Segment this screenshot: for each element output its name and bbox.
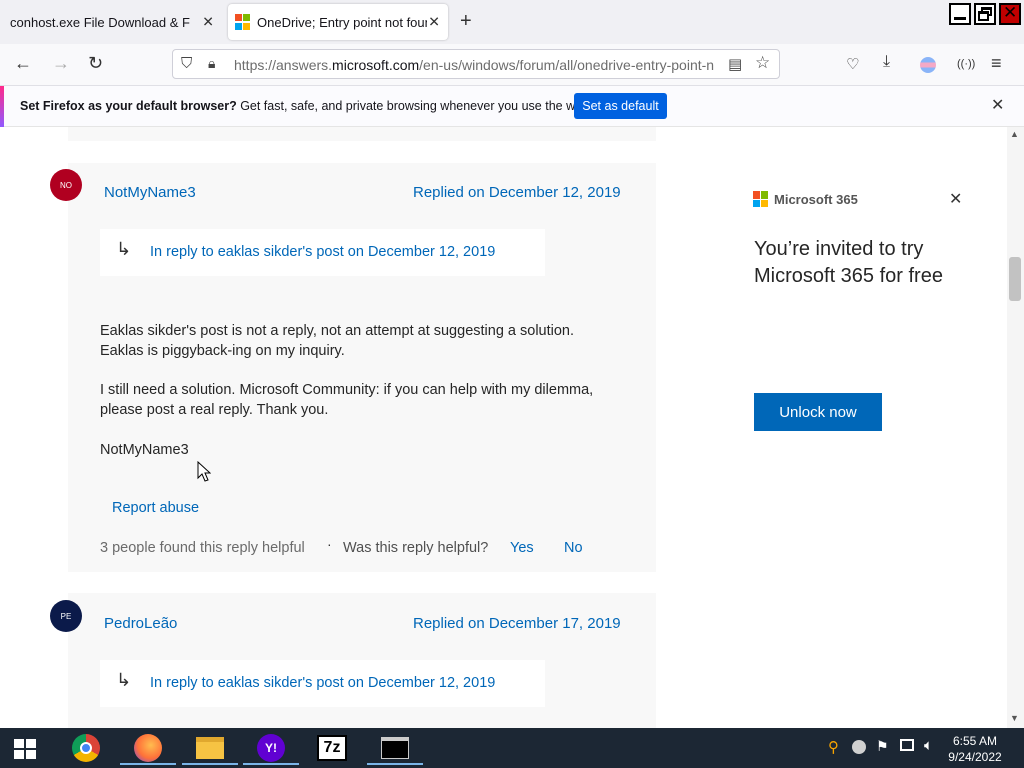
extension-icon[interactable]: ((·)) [957,58,975,70]
notification-accent-bar [0,86,4,127]
clock-date: 9/24/2022 [948,750,1002,764]
unlock-now-button[interactable]: Unlock now [754,393,882,431]
close-tab-icon[interactable]: ✕ [428,14,440,31]
notification-tray-icon[interactable] [852,740,866,754]
tab-conhost[interactable]: conhost.exe File Download & Fix For ✕ [0,0,222,44]
body-line: Eaklas sikder's post is not a reply, not… [100,323,575,339]
microsoft-logo-icon [235,14,251,30]
helpful-yes-button[interactable]: Yes [510,540,534,556]
pocket-icon[interactable]: ♡ [846,55,859,73]
system-clock[interactable]: 6:55 AM 9/24/2022 [944,733,1006,765]
close-notification-icon[interactable]: ✕ [991,95,1004,115]
helpful-no-button[interactable]: No [564,540,583,556]
shield-icon[interactable]: ⛉ [181,55,192,72]
tab-bar: conhost.exe File Download & Fix For ✕ On… [0,0,1024,44]
close-window-icon[interactable]: ✕ [999,3,1021,25]
account-icon[interactable] [920,57,936,73]
network-icon[interactable] [900,739,914,751]
url-prefix: https://answers. [234,57,333,73]
author-name[interactable]: NotMyName3 [104,184,196,201]
file-explorer-taskbar-icon[interactable] [182,731,238,765]
set-as-default-button[interactable]: Set as default [574,93,667,119]
reply-arrow-icon: ↳ [116,239,132,259]
body-line: please post a real reply. Thank you. [100,402,329,418]
url-bar[interactable]: ⛉ 🔒︎ https://answers.microsoft.com/en-us… [172,49,780,79]
search-icon[interactable]: ⚲ [828,738,839,756]
close-tab-icon[interactable]: ✕ [202,14,214,31]
chrome-taskbar-icon[interactable] [58,731,114,765]
flag-icon[interactable]: ⚑ [876,738,889,755]
lock-icon[interactable]: 🔒︎ [208,55,215,72]
cmd-taskbar-icon[interactable] [367,731,423,765]
in-reply-to-box: ↳ In reply to eaklas sikder's post on De… [100,660,545,707]
default-browser-notification: Set Firefox as your default browser? Get… [0,86,1024,127]
menu-icon[interactable]: ≡ [991,53,1002,74]
tab-onedrive[interactable]: OneDrive; Entry point not found ✕ [228,4,448,40]
reply-date[interactable]: Replied on December 12, 2019 [413,184,621,201]
avatar: PE [50,600,82,632]
microsoft-logo-icon [753,191,769,207]
helpful-count: 3 people found this reply helpful [100,540,305,556]
scrollbar-thumb[interactable] [1009,257,1021,301]
7zip-label: 7z [317,735,347,761]
notification-bold-text: Set Firefox as your default browser? [20,99,237,113]
tab-title: conhost.exe File Download & Fix For [10,14,190,30]
scroll-up-icon[interactable]: ▲ [1010,129,1019,139]
reply-date[interactable]: Replied on December 17, 2019 [413,615,621,632]
scrollbar[interactable]: ▲ ▼ [1007,127,1024,728]
ad-brand: Microsoft 365 [774,192,858,207]
url-text[interactable]: https://answers.microsoft.com/en-us/wind… [234,57,714,73]
author-name[interactable]: PedroLeão [104,615,177,632]
downloads-icon[interactable]: ⤓ [883,53,890,71]
post-body: Eaklas sikder's post is not a reply, not… [100,321,593,460]
ad-headline: You’re invited to try Microsoft 365 for … [754,236,943,290]
back-icon[interactable]: ← [14,53,32,74]
close-ad-icon[interactable]: ✕ [949,189,962,209]
ad-headline-line: Microsoft 365 for free [754,265,943,287]
clock-time: 6:55 AM [952,734,998,748]
body-line: I still need a solution. Microsoft Commu… [100,382,594,398]
forward-icon[interactable]: → [52,53,70,74]
bookmark-star-icon[interactable]: ☆ [755,53,770,73]
7zip-taskbar-icon[interactable]: 7z [304,731,360,765]
new-tab-icon[interactable]: + [460,10,472,33]
page-content: NO NotMyName3 Replied on December 12, 20… [0,127,1007,728]
notification-text: Get fast, safe, and private browsing whe… [236,99,593,113]
volume-icon[interactable]: 🔈︎ [924,737,933,754]
body-line: Eaklas is piggyback-ing on my inquiry. [100,343,345,359]
url-path: /en-us/windows/forum/all/onedrive-entry-… [419,57,714,73]
helpful-question: Was this reply helpful? [343,540,489,556]
in-reply-to-box: ↳ In reply to eaklas sikder's post on De… [100,229,545,276]
mouse-cursor-icon [197,461,211,482]
yahoo-taskbar-icon[interactable]: Y! [243,731,299,765]
firefox-taskbar-icon[interactable] [120,731,176,765]
windows-start-icon[interactable] [14,739,36,759]
separator-dot: · [327,536,332,552]
minimize-icon[interactable] [949,3,971,25]
in-reply-to-link[interactable]: In reply to eaklas sikder's post on Dece… [150,244,495,260]
previous-post-card [68,127,656,141]
notification-message: Set Firefox as your default browser? Get… [20,99,592,113]
ad-headline-line: You’re invited to try [754,238,924,260]
reload-icon[interactable]: ↻ [88,53,103,74]
reader-view-icon[interactable]: ▤ [728,55,742,73]
in-reply-to-link[interactable]: In reply to eaklas sikder's post on Dece… [150,675,495,691]
scroll-down-icon[interactable]: ▼ [1010,713,1019,723]
report-abuse-link[interactable]: Report abuse [112,500,199,516]
tab-title: OneDrive; Entry point not found [257,14,427,30]
taskbar: Y! 7z ⚲ ⚑ 🔈︎ 6:55 AM 9/24/2022 [0,728,1024,768]
restore-icon[interactable] [974,3,996,25]
reply-arrow-icon: ↳ [116,670,132,690]
avatar: NO [50,169,82,201]
signature: NotMyName3 [100,442,189,458]
url-domain: microsoft.com [332,57,420,73]
